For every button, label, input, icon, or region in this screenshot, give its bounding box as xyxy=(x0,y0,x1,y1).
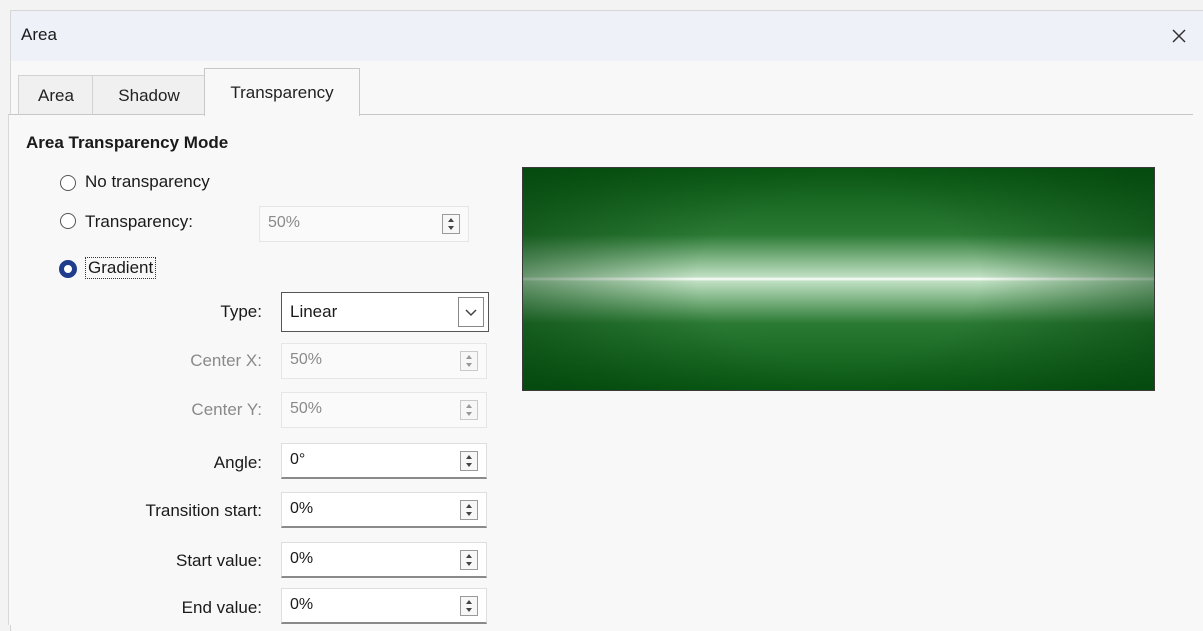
center-y-stepper[interactable] xyxy=(460,400,478,420)
spin-up-icon[interactable] xyxy=(466,455,472,459)
angle-label: Angle: xyxy=(213,453,262,472)
tab-shadow-label: Shadow xyxy=(118,86,180,105)
spin-down-icon[interactable] xyxy=(466,562,472,566)
tab-shadow[interactable]: Shadow xyxy=(92,75,206,115)
transition-start-input[interactable]: 0% xyxy=(281,492,487,528)
spin-down-icon[interactable] xyxy=(466,608,472,612)
end-value-value: 0% xyxy=(290,596,314,613)
spin-down-icon[interactable] xyxy=(466,463,472,467)
angle-stepper[interactable] xyxy=(460,451,478,471)
spin-down-icon[interactable] xyxy=(466,412,472,416)
transition-start-value: 0% xyxy=(290,500,314,517)
end-value-label: End value: xyxy=(181,598,262,617)
angle-value: 0° xyxy=(290,451,306,468)
spin-up-icon[interactable] xyxy=(466,504,472,508)
start-value-input[interactable]: 0% xyxy=(281,542,487,578)
center-y-value: 50% xyxy=(290,400,323,417)
start-value-value: 0% xyxy=(290,550,314,567)
no-transparency-label: No transparency xyxy=(85,172,210,191)
transparency-value: 50% xyxy=(268,214,301,231)
gradient-label: Gradient xyxy=(85,257,157,279)
transition-start-stepper[interactable] xyxy=(460,500,478,520)
type-value: Linear xyxy=(290,302,338,321)
center-y-input[interactable]: 50% xyxy=(281,392,487,428)
start-value-label: Start value: xyxy=(176,551,262,570)
transparency-input[interactable]: 50% xyxy=(259,206,469,242)
gradient-radio[interactable] xyxy=(59,260,77,278)
angle-input[interactable]: 0° xyxy=(281,443,487,479)
tab-transparency[interactable]: Transparency xyxy=(204,68,360,116)
spin-down-icon[interactable] xyxy=(466,363,472,367)
type-label: Type: xyxy=(220,302,262,321)
section-title: Area Transparency Mode xyxy=(26,133,229,152)
transparency-label: Transparency: xyxy=(85,212,194,231)
center-x-label: Center X: xyxy=(190,351,262,370)
no-transparency-radio[interactable] xyxy=(60,175,76,191)
close-button[interactable] xyxy=(1162,19,1196,53)
center-y-label: Center Y: xyxy=(191,400,262,419)
center-x-value: 50% xyxy=(290,351,323,368)
gradient-preview xyxy=(522,167,1155,391)
transparency-radio[interactable] xyxy=(60,213,76,229)
transparency-stepper[interactable] xyxy=(442,214,460,234)
transition-start-label: Transition start: xyxy=(145,501,262,520)
chevron-down-icon[interactable] xyxy=(458,297,484,327)
center-x-stepper[interactable] xyxy=(460,351,478,371)
spin-down-icon[interactable] xyxy=(466,512,472,516)
tab-area[interactable]: Area xyxy=(18,75,94,115)
spin-up-icon[interactable] xyxy=(466,404,472,408)
window-title: Area xyxy=(21,25,57,44)
spin-down-icon[interactable] xyxy=(448,226,454,230)
spin-up-icon[interactable] xyxy=(466,600,472,604)
end-value-stepper[interactable] xyxy=(460,596,478,616)
spin-up-icon[interactable] xyxy=(448,218,454,222)
end-value-input[interactable]: 0% xyxy=(281,588,487,624)
spin-up-icon[interactable] xyxy=(466,355,472,359)
title-bar: Area xyxy=(11,11,1203,61)
start-value-stepper[interactable] xyxy=(460,550,478,570)
tab-transparency-label: Transparency xyxy=(230,83,334,102)
center-x-input[interactable]: 50% xyxy=(281,343,487,379)
close-icon xyxy=(1172,29,1186,43)
type-select[interactable]: Linear xyxy=(281,292,489,332)
tab-area-label: Area xyxy=(38,86,74,105)
spin-up-icon[interactable] xyxy=(466,554,472,558)
